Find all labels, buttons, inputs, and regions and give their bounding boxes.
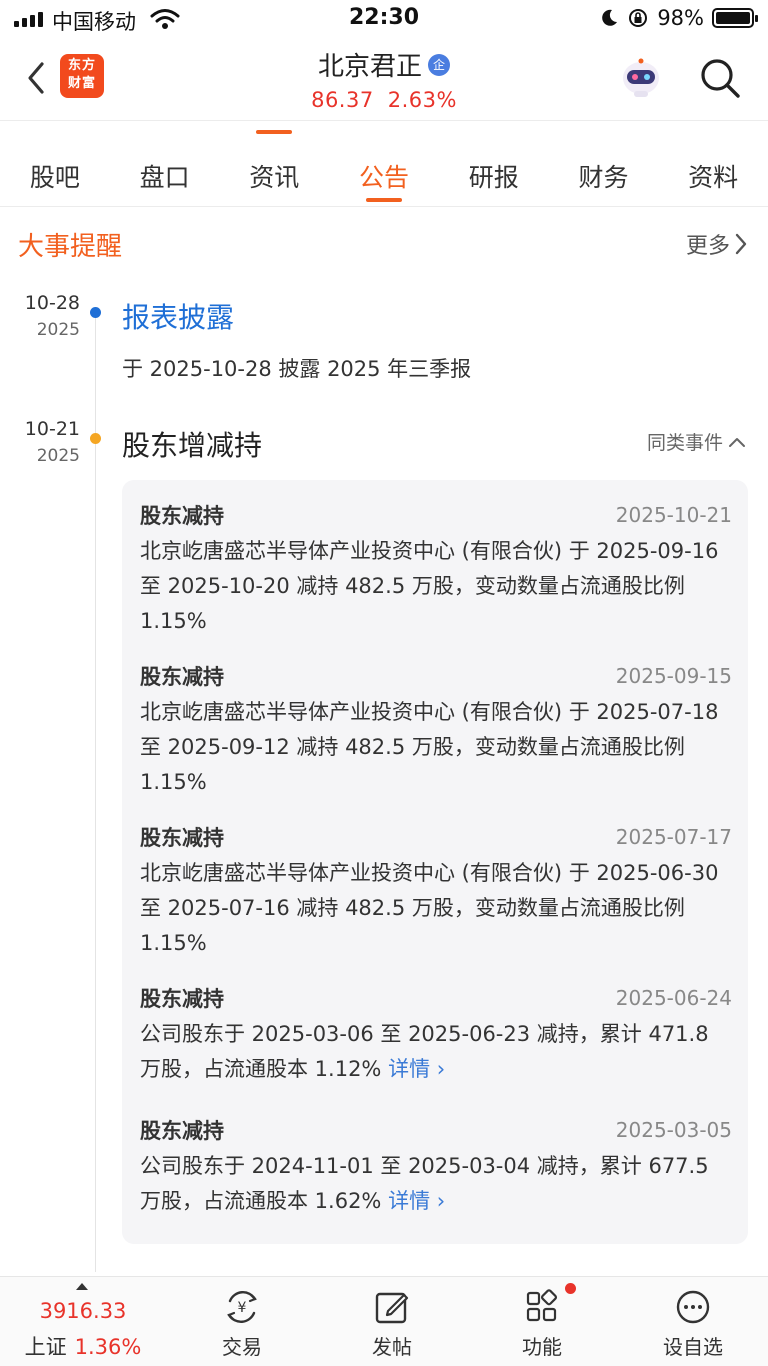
details-link-label: 详情 <box>388 1189 431 1213</box>
battery-icon <box>712 8 758 28</box>
item-body: 公司股东于 2024-11-01 至 2025-03-04 减持，累计 677.… <box>140 1149 732 1219</box>
apps-icon <box>526 1289 558 1322</box>
timeline-dot <box>90 307 101 318</box>
apps-button[interactable]: 功能 <box>492 1285 592 1365</box>
robot-assistant-icon[interactable] <box>618 54 664 100</box>
item-title: 股东减持 <box>140 826 224 850</box>
event-year: 2025 <box>36 446 80 466</box>
stock-price: 86.37 <box>311 88 374 112</box>
more-link[interactable]: 更多 <box>686 228 748 260</box>
status-bar: 中国移动 22:30 98% <box>0 0 768 40</box>
item-title: 股东减持 <box>140 987 224 1011</box>
tab-guba[interactable]: 股吧 <box>0 142 110 206</box>
caret-up-icon <box>76 1283 88 1290</box>
add-watchlist-label: 设自选 <box>663 1335 723 1359</box>
header-indicator <box>256 130 292 134</box>
tab-pankou[interactable]: 盘口 <box>110 142 220 206</box>
status-right: 98% <box>599 6 758 30</box>
stock-change: 2.63% <box>387 88 457 112</box>
bottom-bar: 3916.33 上证 1.36% ¥ 交易 发帖 功能 设自选 <box>0 1276 768 1366</box>
event-title-report[interactable]: 报表披露 <box>122 296 234 336</box>
svg-text:¥: ¥ <box>238 1300 247 1316</box>
event-date: 10-21 <box>24 418 80 440</box>
trade-icon: ¥ <box>227 1291 257 1323</box>
similar-events-toggle[interactable]: 同类事件 <box>647 428 746 455</box>
search-icon[interactable] <box>698 56 742 100</box>
battery-percent: 98% <box>657 6 704 30</box>
chevron-up-icon <box>729 437 745 447</box>
event-title-shareholder: 股东增减持 <box>122 429 263 462</box>
tabs-divider <box>0 206 768 207</box>
more-icon <box>676 1290 710 1324</box>
chevron-right-icon <box>735 233 747 255</box>
tab-news[interactable]: 资讯 <box>219 142 329 206</box>
timeline-line <box>95 312 96 1272</box>
list-item[interactable]: 股东减持 2025-03-05 公司股东于 2024-11-01 至 2025-… <box>140 1115 732 1219</box>
add-watchlist-button[interactable]: 设自选 <box>643 1285 743 1365</box>
event-date: 10-28 <box>24 292 80 314</box>
item-date: 2025-10-21 <box>615 503 732 527</box>
compose-label: 发帖 <box>372 1335 412 1359</box>
tab-announcements[interactable]: 公告 <box>329 142 439 206</box>
shareholder-changes-card: 股东减持 2025-10-21 北京屹唐盛芯半导体产业投资中心 (有限合伙) 于… <box>122 480 748 1244</box>
item-date: 2025-07-17 <box>615 825 732 849</box>
item-title: 股东减持 <box>140 665 224 689</box>
similar-events-label: 同类事件 <box>646 432 723 454</box>
compose-button[interactable]: 发帖 <box>342 1285 442 1365</box>
item-body: 北京屹唐盛芯半导体产业投资中心 (有限合伙) 于 2025-06-30 至 20… <box>140 861 719 955</box>
tab-bar: 股吧 盘口 资讯 公告 研报 财务 资料 <box>0 142 768 206</box>
item-body: 北京屹唐盛芯半导体产业投资中心 (有限合伙) 于 2025-07-18 至 20… <box>140 700 719 794</box>
index-name: 上证 <box>24 1335 67 1359</box>
timeline-dot <box>90 433 101 444</box>
details-link[interactable]: 详情 › <box>388 1189 445 1213</box>
trade-label: 交易 <box>222 1335 262 1359</box>
list-item[interactable]: 股东减持 2025-06-24 公司股东于 2025-03-06 至 2025-… <box>140 983 732 1087</box>
item-date: 2025-03-05 <box>615 1118 732 1142</box>
tab-profile[interactable]: 资料 <box>658 142 768 206</box>
item-title: 股东减持 <box>140 1119 224 1143</box>
item-body: 北京屹唐盛芯半导体产业投资中心 (有限合伙) 于 2025-09-16 至 20… <box>140 539 719 633</box>
list-item[interactable]: 股东减持 2025-09-15 北京屹唐盛芯半导体产业投资中心 (有限合伙) 于… <box>140 661 732 800</box>
notification-dot <box>565 1283 576 1294</box>
compose-icon <box>375 1292 409 1324</box>
header-divider <box>0 120 768 121</box>
index-value: 3916.33 <box>39 1299 127 1323</box>
tab-research[interactable]: 研报 <box>439 142 549 206</box>
item-body: 公司股东于 2025-03-06 至 2025-06-23 减持，累计 471.… <box>140 1017 732 1087</box>
list-item[interactable]: 股东减持 2025-07-17 北京屹唐盛芯半导体产业投资中心 (有限合伙) 于… <box>140 822 732 961</box>
enterprise-badge: 企 <box>428 53 450 76</box>
event-description: 于 2025-10-28 披露 2025 年三季报 <box>122 357 472 381</box>
more-label: 更多 <box>685 234 730 259</box>
section-title: 大事提醒 <box>18 232 123 262</box>
apps-label: 功能 <box>522 1335 562 1359</box>
item-date: 2025-06-24 <box>615 986 732 1010</box>
item-title: 股东减持 <box>140 504 224 528</box>
trade-button[interactable]: ¥ 交易 <box>192 1285 292 1365</box>
index-change: 1.36% <box>74 1335 142 1359</box>
moon-icon <box>602 9 618 26</box>
event-year: 2025 <box>36 320 80 340</box>
details-link[interactable]: 详情 › <box>388 1057 445 1081</box>
rotation-lock-icon <box>629 9 648 27</box>
stock-name: 北京君正 <box>317 52 422 82</box>
tab-finance[interactable]: 财务 <box>549 142 659 206</box>
item-date: 2025-09-15 <box>615 664 732 688</box>
details-link-label: 详情 <box>388 1057 431 1081</box>
nav-header: 东方 财富 北京君正 企 86.37 2.63% <box>0 40 768 120</box>
market-index[interactable]: 3916.33 上证 1.36% <box>0 1277 160 1366</box>
list-item[interactable]: 股东减持 2025-10-21 北京屹唐盛芯半导体产业投资中心 (有限合伙) 于… <box>140 500 732 639</box>
